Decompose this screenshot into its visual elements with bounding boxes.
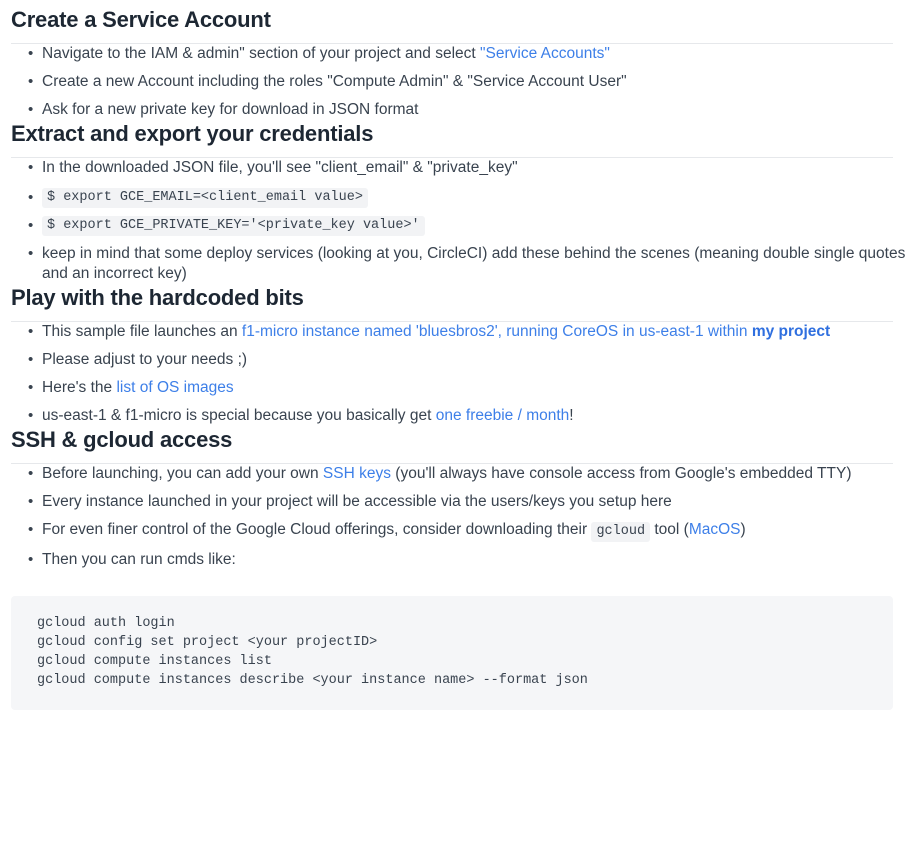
inline-link-bold-text: my project: [751, 323, 831, 340]
list-item: Navigate to the IAM & admin" section of …: [0, 44, 909, 64]
text-run: ): [740, 521, 746, 538]
bullet-list: In the downloaded JSON file, you'll see …: [0, 158, 909, 284]
text-run: Every instance launched in your project …: [42, 493, 672, 510]
text-run: Then you can run cmds like:: [42, 551, 236, 568]
section-heading: Play with the hardcoded bits: [11, 285, 304, 310]
section-heading-block: Extract and export your credentials: [0, 120, 909, 158]
list-item: $ export GCE_EMAIL=<client_email value>: [0, 186, 909, 208]
doc-section: Extract and export your credentials In th…: [0, 120, 909, 284]
inline-code: $ export GCE_EMAIL=<client_email value>: [42, 188, 368, 208]
inline-link-bold[interactable]: my project: [752, 323, 830, 340]
list-item: keep in mind that some deploy services (…: [0, 244, 909, 284]
list-item: Here's the list of OS images: [0, 378, 909, 398]
text-run: (you'll always have console access from …: [390, 465, 852, 482]
section-heading-block: Play with the hardcoded bits: [0, 284, 909, 322]
doc-section: SSH & gcloud access Before launching, you…: [0, 426, 909, 710]
list-item: In the downloaded JSON file, you'll see …: [0, 158, 909, 178]
text-run: !: [569, 407, 574, 424]
section-heading: SSH & gcloud access: [11, 427, 233, 452]
inline-link[interactable]: one freebie / month: [436, 407, 570, 424]
bullet-list: Navigate to the IAM & admin" section of …: [0, 44, 909, 120]
text-run: This sample file launches an: [42, 323, 242, 340]
text-run: us-east-1 & f1-micro is special because …: [42, 407, 436, 424]
document-page: Create a Service Account Navigate to the …: [0, 0, 909, 710]
text-run: Navigate to the IAM & admin" section of …: [42, 45, 481, 62]
text-run: keep in mind that some deploy services (…: [42, 245, 906, 282]
doc-section: Create a Service Account Navigate to the …: [0, 0, 909, 120]
text-run: For even finer control of the Google Clo…: [42, 521, 592, 538]
list-item: Please adjust to your needs ;): [0, 350, 909, 370]
list-item: Create a new Account including the roles…: [0, 72, 909, 92]
text-run: tool (: [650, 521, 689, 538]
section-heading: Create a Service Account: [11, 7, 271, 32]
list-item: Then you can run cmds like:: [0, 550, 909, 570]
text-run: Before launching, you can add your own: [42, 465, 323, 482]
list-item: Ask for a new private key for download i…: [0, 100, 909, 120]
list-item: us-east-1 & f1-micro is special because …: [0, 406, 909, 426]
inline-link[interactable]: f1-micro instance named 'bluesbros2', ru…: [242, 323, 752, 340]
code-block: gcloud auth login gcloud config set proj…: [11, 596, 893, 710]
inline-link[interactable]: SSH keys: [323, 465, 391, 482]
doc-section: Play with the hardcoded bits This sample …: [0, 284, 909, 426]
section-heading-block: Create a Service Account: [0, 0, 909, 44]
inline-code: gcloud: [591, 522, 651, 542]
text-run: Create a new Account including the roles…: [42, 73, 627, 90]
inline-link[interactable]: list of OS images: [116, 379, 233, 396]
section-heading: Extract and export your credentials: [11, 121, 374, 146]
bullet-list: This sample file launches an f1-micro in…: [0, 322, 909, 426]
inline-link[interactable]: MacOS: [689, 521, 741, 538]
bullet-list: Before launching, you can add your own S…: [0, 464, 909, 570]
section-heading-block: SSH & gcloud access: [0, 426, 909, 464]
list-item: Every instance launched in your project …: [0, 492, 909, 512]
inline-code: $ export GCE_PRIVATE_KEY='<private_key v…: [42, 216, 425, 236]
list-item: $ export GCE_PRIVATE_KEY='<private_key v…: [0, 214, 909, 236]
list-item: For even finer control of the Google Clo…: [0, 520, 909, 542]
text-run: Please adjust to your needs ;): [42, 351, 248, 368]
inline-link[interactable]: "Service Accounts": [480, 45, 610, 62]
list-item: This sample file launches an f1-micro in…: [0, 322, 909, 342]
text-run: Ask for a new private key for download i…: [42, 101, 419, 118]
list-item: Before launching, you can add your own S…: [0, 464, 909, 484]
text-run: In the downloaded JSON file, you'll see …: [42, 159, 518, 176]
sections-container: Create a Service Account Navigate to the …: [0, 0, 909, 710]
text-run: Here's the: [42, 379, 117, 396]
